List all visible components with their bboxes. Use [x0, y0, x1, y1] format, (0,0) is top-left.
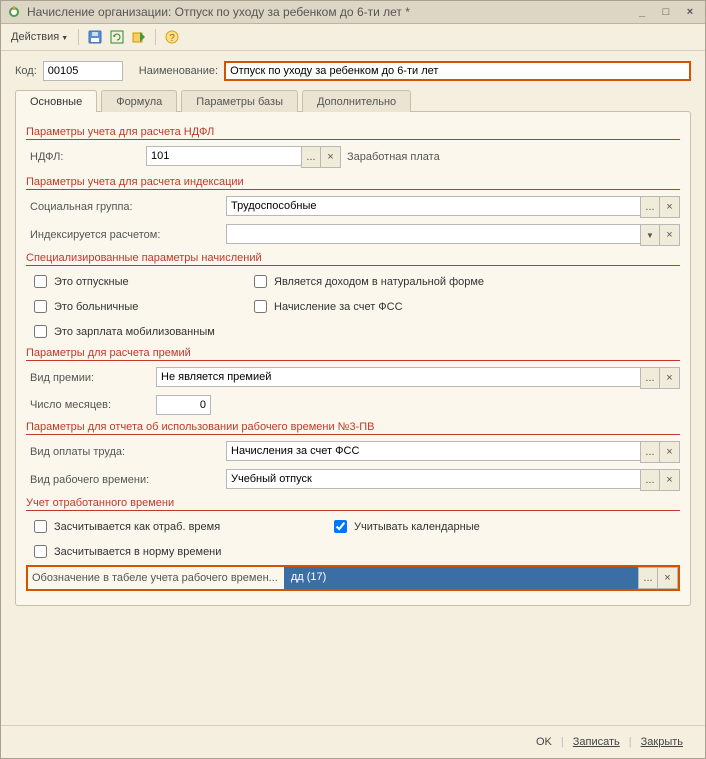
toolbar-separator: [155, 29, 156, 45]
help-icon[interactable]: ?: [162, 27, 182, 47]
section-indexation: Параметры учета для расчета индексации: [26, 176, 680, 190]
tab-bar: Основные Формула Параметры базы Дополнит…: [15, 89, 691, 111]
section-ndfl: Параметры учета для расчета НДФЛ: [26, 126, 680, 140]
report-grid: Вид оплаты труда: ... × Вид рабочего вре…: [26, 441, 680, 491]
bonus-months-wrap: [156, 395, 680, 415]
chk-sick-leave[interactable]: Это больничные: [26, 297, 246, 316]
indexation-grid: Социальная группа: ... × Индексируется р…: [26, 196, 680, 246]
bonus-months-input[interactable]: [156, 395, 211, 415]
ndfl-clear-button[interactable]: ×: [321, 146, 341, 168]
toolbar: Действия▼ ?: [1, 24, 705, 51]
work-type-combo: ... ×: [226, 469, 680, 491]
bonus-type-combo: ... ×: [156, 367, 680, 389]
save-icon[interactable]: [85, 27, 105, 47]
work-type-label: Вид рабочего времени:: [26, 474, 226, 486]
pay-type-label: Вид оплаты труда:: [26, 446, 226, 458]
section-worktime: Учет отработанного времени: [26, 497, 680, 511]
chk-norm[interactable]: Засчитывается в норму времени: [26, 542, 680, 561]
chk-calendar[interactable]: Учитывать календарные: [326, 517, 680, 536]
select-button[interactable]: ...: [640, 367, 660, 389]
clear-button[interactable]: ×: [660, 469, 680, 491]
name-label: Наименование:: [139, 65, 218, 77]
titlebar: Начисление организации: Отпуск по уходу …: [1, 1, 705, 24]
worktime-grid: Засчитывается как отраб. время Учитывать…: [26, 517, 680, 561]
work-type-input[interactable]: [226, 469, 640, 489]
app-window: Начисление организации: Отпуск по уходу …: [0, 0, 706, 759]
ndfl-select-button[interactable]: ...: [301, 146, 321, 168]
name-input[interactable]: [224, 61, 691, 81]
chk-natural-income[interactable]: Является доходом в натуральной форме: [246, 272, 680, 291]
social-group-input[interactable]: [226, 196, 640, 216]
ndfl-combo: ... ×: [146, 146, 341, 168]
tab-base-params[interactable]: Параметры базы: [181, 90, 298, 112]
refresh-icon[interactable]: [107, 27, 127, 47]
tab-formula[interactable]: Формула: [101, 90, 177, 112]
ndfl-label: НДФЛ:: [26, 151, 140, 163]
form-body: Код: Наименование: Основные Формула Пара…: [1, 51, 705, 725]
chk-vacation[interactable]: Это отпускные: [26, 272, 246, 291]
save-button[interactable]: Записать: [565, 734, 628, 750]
pay-type-input[interactable]: [226, 441, 640, 461]
section-specialized: Специализированные параметры начислений: [26, 252, 680, 266]
chk-fss[interactable]: Начисление за счет ФСС: [246, 297, 680, 316]
footer-bar: OK | Записать | Закрыть: [1, 725, 705, 758]
svg-text:?: ?: [169, 33, 175, 44]
section-bonus: Параметры для расчета премий: [26, 347, 680, 361]
bonus-type-label: Вид премии:: [26, 372, 156, 384]
clear-button[interactable]: ×: [660, 196, 680, 218]
header-row: Код: Наименование:: [15, 61, 691, 81]
indexed-by-combo: ▼ ×: [226, 224, 680, 246]
select-button[interactable]: ...: [638, 567, 658, 589]
ndfl-row: НДФЛ: ... × Заработная плата: [26, 146, 680, 168]
clear-button[interactable]: ×: [660, 224, 680, 246]
ndfl-input[interactable]: [146, 146, 301, 166]
select-button[interactable]: ...: [640, 196, 660, 218]
timecode-label: Обозначение в табеле учета рабочего врем…: [28, 570, 284, 586]
clear-button[interactable]: ×: [660, 367, 680, 389]
bonus-grid: Вид премии: ... × Число месяцев:: [26, 367, 680, 415]
select-button[interactable]: ...: [640, 469, 660, 491]
app-icon: [7, 5, 21, 19]
actions-menu[interactable]: Действия▼: [7, 29, 72, 45]
toolbar-separator: [78, 29, 79, 45]
social-group-combo: ... ×: [226, 196, 680, 218]
specialized-grid: Это отпускные Является доходом в натурал…: [26, 272, 680, 341]
dropdown-button[interactable]: ▼: [640, 224, 660, 246]
clear-button[interactable]: ×: [660, 441, 680, 463]
maximize-button[interactable]: □: [657, 5, 675, 19]
tab-pane-main: Параметры учета для расчета НДФЛ НДФЛ: .…: [15, 111, 691, 606]
minimize-button[interactable]: _: [633, 5, 651, 19]
clear-button[interactable]: ×: [658, 567, 678, 589]
select-button[interactable]: ...: [640, 441, 660, 463]
chk-mobilized[interactable]: Это зарплата мобилизованным: [26, 322, 680, 341]
chk-counts-as-worked[interactable]: Засчитывается как отраб. время: [26, 517, 326, 536]
timecode-value[interactable]: дд (17): [284, 567, 638, 589]
timecode-combo: дд (17) ... ×: [284, 567, 678, 589]
section-report: Параметры для отчета об использовании ра…: [26, 421, 680, 435]
indexed-by-input[interactable]: [226, 224, 640, 244]
bonus-months-label: Число месяцев:: [26, 399, 156, 411]
tab-main[interactable]: Основные: [15, 90, 97, 112]
indexed-by-label: Индексируется расчетом:: [26, 229, 226, 241]
bonus-type-input[interactable]: [156, 367, 640, 387]
close-button[interactable]: Закрыть: [633, 734, 691, 750]
chevron-down-icon: ▼: [61, 35, 68, 42]
timecode-row: Обозначение в табеле учета рабочего врем…: [26, 565, 680, 591]
pay-type-combo: ... ×: [226, 441, 680, 463]
social-group-label: Социальная группа:: [26, 201, 226, 213]
tab-additional[interactable]: Дополнительно: [302, 90, 411, 112]
window-title: Начисление организации: Отпуск по уходу …: [27, 5, 627, 19]
code-label: Код:: [15, 65, 37, 77]
go-icon[interactable]: [129, 27, 149, 47]
ok-button[interactable]: OK: [528, 734, 560, 750]
ndfl-description: Заработная плата: [347, 151, 440, 163]
close-window-button[interactable]: ×: [681, 5, 699, 19]
code-input[interactable]: [43, 61, 123, 81]
